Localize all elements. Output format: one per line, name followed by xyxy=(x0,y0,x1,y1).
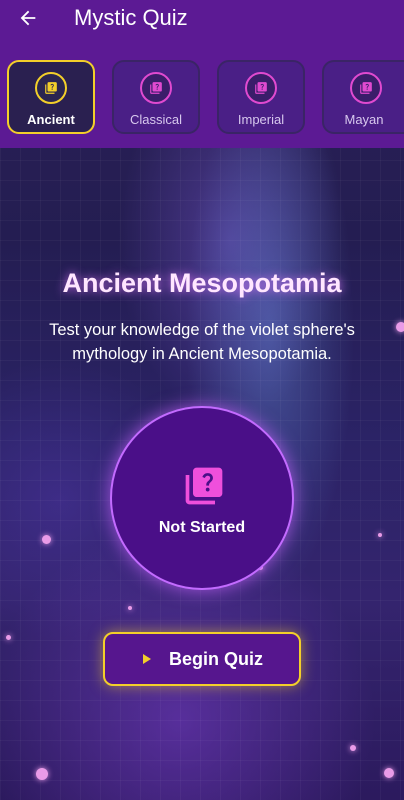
sparkle xyxy=(350,745,356,751)
play-icon xyxy=(143,654,151,664)
tab-imperial[interactable]: Imperial xyxy=(217,60,305,134)
quiz-icon xyxy=(140,72,172,104)
tab-ancient[interactable]: Ancient xyxy=(7,60,95,134)
tab-label: Classical xyxy=(129,112,182,127)
quiz-icon xyxy=(245,72,277,104)
quiz-title: Ancient Mesopotamia xyxy=(62,268,342,298)
sparkle xyxy=(42,535,51,544)
tab-mayan[interactable]: Mayan xyxy=(322,60,404,134)
sparkle xyxy=(396,322,404,332)
tab-classical[interactable]: Classical xyxy=(112,60,200,134)
begin-quiz-button[interactable]: Begin Quiz xyxy=(103,632,301,686)
back-arrow-icon[interactable] xyxy=(14,4,42,32)
tab-label: Ancient xyxy=(27,112,75,127)
sparkle xyxy=(378,533,382,537)
quiz-status-text: Not Started xyxy=(158,519,246,536)
tab-label: Imperial xyxy=(237,112,285,127)
category-tabs: Ancient Classical Imperial Mayan xyxy=(0,58,404,138)
quiz-icon xyxy=(350,72,382,104)
sparkle xyxy=(384,768,394,778)
sparkle xyxy=(6,635,11,640)
sparkle xyxy=(128,606,132,610)
quiz-description: Test your knowledge of the violet sphere… xyxy=(49,321,355,363)
quiz-status-circle: Not Started xyxy=(110,406,294,590)
app-title: Mystic Quiz xyxy=(74,5,188,30)
quiz-icon xyxy=(35,72,67,104)
begin-quiz-label: Begin Quiz xyxy=(169,649,263,669)
app-header: Mystic Quiz Ancient Classical Imperial M… xyxy=(0,0,404,148)
tab-label: Mayan xyxy=(344,112,384,127)
sparkle xyxy=(36,768,48,780)
quiz-icon xyxy=(182,464,226,513)
